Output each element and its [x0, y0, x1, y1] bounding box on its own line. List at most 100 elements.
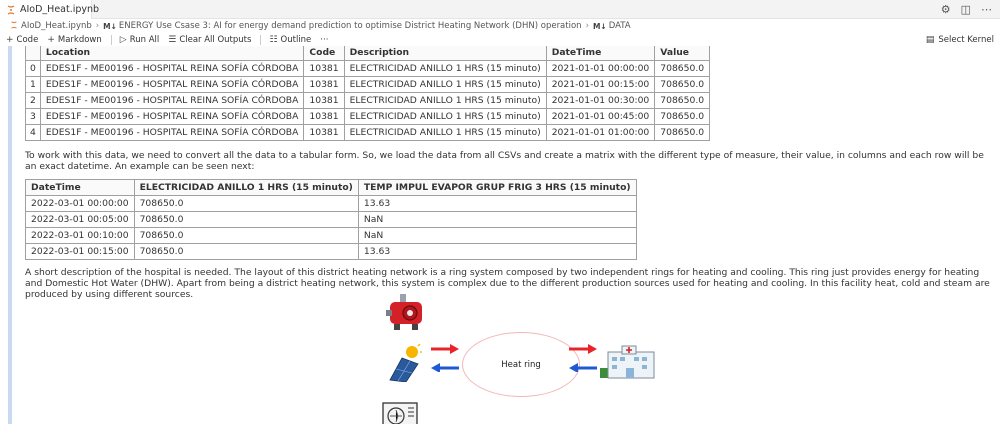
table2-cell: NaN	[357, 227, 637, 244]
table1-header-cell: Value	[654, 46, 711, 61]
table1-cell: EDES1F - ME00196 - HOSPITAL REINA SOFÍA …	[39, 92, 305, 109]
table2-header-cell: ELECTRICIDAD ANILLO 1 HRS (15 minuto)	[133, 179, 359, 196]
toolbar-divider	[260, 34, 262, 45]
table2-cell: NaN	[357, 211, 637, 228]
table1-cell: 2021-01-01 00:30:00	[545, 92, 656, 109]
table1-header-cell: Code	[303, 46, 345, 61]
outline-icon: ☷	[269, 34, 278, 45]
add-code-button[interactable]: + Code	[6, 35, 38, 45]
settings-gear-icon[interactable]: ⚙	[941, 3, 951, 16]
outline-button[interactable]: ☷ Outline	[269, 35, 311, 45]
notebook-toolbar: + Code + Markdown ▷ Run All ☰ Clear All …	[0, 33, 1000, 46]
dataframe-table-2: DateTime ELECTRICIDAD ANILLO 1 HRS (15 mi…	[25, 179, 637, 260]
split-editor-icon[interactable]: ◫	[961, 3, 971, 16]
table2-cell: 2022-03-01 00:05:00	[25, 211, 135, 228]
table2-header-cell: DateTime	[25, 179, 135, 196]
table-row: 4 EDES1F - ME00196 - HOSPITAL REINA SOFÍA…	[25, 124, 711, 141]
heat-ring: Heat ring	[462, 332, 580, 397]
clear-outputs-icon: ☰	[168, 34, 177, 45]
run-all-icon: ▷	[119, 34, 127, 45]
table1-cell: EDES1F - ME00196 - HOSPITAL REINA SOFÍA …	[39, 60, 305, 77]
right-arrows-icon	[569, 344, 597, 372]
table-row: 2 EDES1F - ME00196 - HOSPITAL REINA SOFÍA…	[25, 92, 711, 109]
table1-header-cell: Location	[39, 46, 305, 61]
left-arrows-icon	[431, 344, 459, 372]
heat-ring-diagram: Heat ring	[370, 292, 670, 424]
table1-cell: 708650.0	[654, 60, 711, 77]
chevron-right-icon: ›	[95, 21, 100, 31]
table-row: 2022-03-01 00:00:00 708650.0 13.63	[25, 195, 637, 212]
select-kernel-button[interactable]: ▤ Select Kernel	[926, 33, 994, 46]
table2-header-cell: TEMP IMPUL EVAPOR GRUP FRIG 3 HRS (15 mi…	[357, 179, 637, 196]
breadcrumb-section[interactable]: ENERGY Use Csase 3: AI for energy demand…	[119, 21, 582, 31]
boiler-icon	[384, 294, 428, 332]
table1-header-cell: DateTime	[545, 46, 656, 61]
table1-cell: 2021-01-01 01:00:00	[545, 124, 656, 141]
table1-cell: 10381	[303, 92, 345, 109]
table1-cell: 708650.0	[654, 108, 711, 125]
more-toolbar-button[interactable]: ···	[320, 35, 328, 45]
breadcrumb-file[interactable]: AIoD_Heat.ipynb	[21, 21, 92, 31]
plus-icon: +	[6, 34, 14, 45]
cell-focus-gutter[interactable]	[8, 46, 12, 424]
solar-panel-icon	[388, 342, 422, 383]
table1-cell: 4	[25, 124, 41, 141]
table1-cell: 10381	[303, 76, 345, 93]
markdown-paragraph-1: To work with this data, we need to conve…	[25, 150, 984, 173]
table1-cell: EDES1F - ME00196 - HOSPITAL REINA SOFÍA …	[39, 76, 305, 93]
table2-cell: 13.63	[357, 195, 637, 212]
table-row: 0 EDES1F - ME00196 - HOSPITAL REINA SOFÍA…	[25, 60, 711, 77]
chevron-right-icon: ›	[585, 21, 589, 31]
table-row: 1 EDES1F - ME00196 - HOSPITAL REINA SOFÍA…	[25, 76, 711, 93]
table1-cell: 2021-01-01 00:00:00	[545, 60, 656, 77]
markdown-icon: M↓	[103, 21, 117, 31]
clear-all-outputs-button[interactable]: ☰ Clear All Outputs	[168, 35, 251, 45]
table2-cell: 708650.0	[133, 195, 359, 212]
kernel-icon: ▤	[925, 34, 935, 45]
cooling-unit-icon	[382, 402, 418, 424]
breadcrumb: AIoD_Heat.ipynb › M↓ ENERGY Use Csase 3:…	[0, 19, 1000, 33]
table2-cell: 708650.0	[133, 243, 359, 260]
notebook-small-icon	[10, 20, 18, 32]
add-markdown-button[interactable]: + Markdown	[47, 35, 101, 45]
table1-cell: ELECTRICIDAD ANILLO 1 HRS (15 minuto)	[343, 60, 547, 77]
dataframe-table-1: Location Code Description DateTime Value 0 ED…	[25, 46, 711, 141]
toolbar-divider	[110, 34, 112, 45]
editor-tab-bar: AIoD_Heat.ipynb ⚙ ◫ ⋯	[0, 0, 1000, 19]
notebook-content[interactable]: Location Code Description DateTime Value 0 ED…	[0, 46, 1000, 424]
table1-cell: 2021-01-01 00:45:00	[545, 108, 656, 125]
table1-cell: 10381	[303, 108, 345, 125]
run-all-button[interactable]: ▷ Run All	[120, 35, 159, 45]
breadcrumb-subsection[interactable]: DATA	[609, 21, 631, 31]
notebook-icon	[6, 4, 16, 15]
table1-cell: EDES1F - ME00196 - HOSPITAL REINA SOFÍA …	[39, 124, 305, 141]
table2-cell: 2022-03-01 00:00:00	[25, 195, 135, 212]
table2-cell: 708650.0	[133, 227, 359, 244]
markdown-icon: M↓	[592, 21, 607, 31]
table1-cell: 10381	[303, 124, 345, 141]
table1-cell: 10381	[303, 60, 345, 77]
heat-ring-label: Heat ring	[501, 359, 541, 370]
plus-icon: +	[47, 34, 55, 45]
table1-cell: 708650.0	[654, 124, 711, 141]
table2-cell: 13.63	[357, 243, 637, 260]
table1-cell: 708650.0	[654, 76, 711, 93]
tab-title: AIoD_Heat.ipynb	[20, 4, 100, 15]
table2-cell: 708650.0	[133, 211, 359, 228]
table1-cell: ELECTRICIDAD ANILLO 1 HRS (15 minuto)	[343, 108, 547, 125]
table-row: 2022-03-01 00:15:00 708650.0 13.63	[25, 243, 637, 260]
table-row: 2022-03-01 00:05:00 708650.0 NaN	[25, 211, 637, 228]
table1-cell: 1	[25, 76, 41, 93]
table1-cell: 2	[25, 92, 41, 109]
table2-cell: 2022-03-01 00:10:00	[25, 227, 135, 244]
notebook-tab[interactable]: AIoD_Heat.ipynb	[0, 0, 99, 19]
table1-cell: ELECTRICIDAD ANILLO 1 HRS (15 minuto)	[343, 76, 547, 93]
table2-cell: 2022-03-01 00:15:00	[25, 243, 135, 260]
table1-cell: ELECTRICIDAD ANILLO 1 HRS (15 minuto)	[343, 124, 547, 141]
table1-cell: EDES1F - ME00196 - HOSPITAL REINA SOFÍA …	[39, 108, 305, 125]
table1-cell: 2021-01-01 00:15:00	[545, 76, 656, 93]
table1-cell: 3	[25, 108, 41, 125]
table-row: 2022-03-01 00:10:00 708650.0 NaN	[25, 227, 637, 244]
table-row: 3 EDES1F - ME00196 - HOSPITAL REINA SOFÍA…	[25, 108, 711, 125]
more-actions-icon[interactable]: ⋯	[981, 3, 992, 16]
